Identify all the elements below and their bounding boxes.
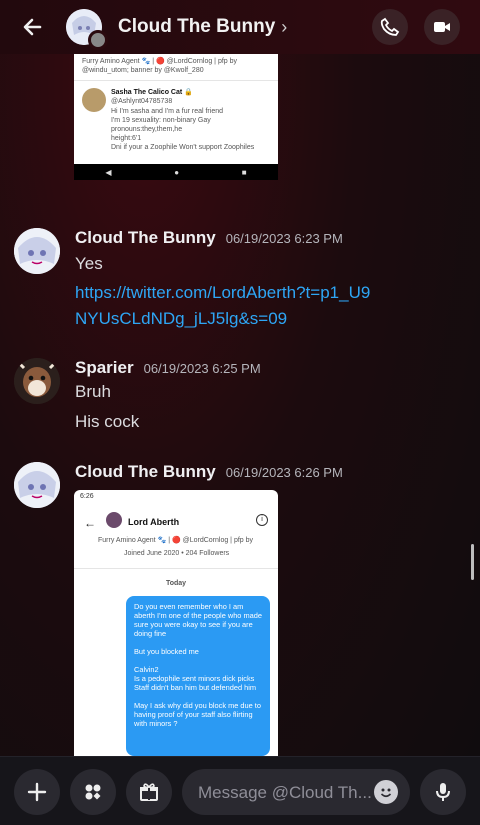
bio-text: I'm 19 sexuality: non-binary Gay <box>111 117 211 124</box>
timestamp: 06/19/2023 6:26 PM <box>225 465 343 480</box>
gift-icon[interactable] <box>126 769 172 815</box>
chevron-right-icon[interactable]: › <box>281 17 287 38</box>
nav-home-icon: ● <box>174 167 180 177</box>
message-text: Bruh <box>75 382 111 401</box>
day-label: Today <box>165 580 187 587</box>
chat-bubble: Do you even remember who I am aberth I'm… <box>126 596 270 756</box>
message-link[interactable]: https://twitter.com/LordAberth?t=p1_U9NY… <box>75 280 375 332</box>
joined-text: Joined June 2020 • 204 Followers <box>124 550 230 557</box>
message-feed[interactable]: Furry Amino Agent 🐾 | 🔴 @LordCornlog | p… <box>0 54 480 756</box>
bio-text: @windu_utom; banner by @Kwolf_280 <box>82 67 204 74</box>
bio-text: Furry Amino Agent 🐾 | 🔴 @LordCornlog | p… <box>98 537 254 544</box>
plus-icon[interactable] <box>14 769 60 815</box>
bio-text: Furry Amino Agent 🐾 | 🔴 @LordCornlog | p… <box>82 58 238 65</box>
bio-text: Dni if your a Zoophile Won't support Zoo… <box>111 144 255 151</box>
composer-bar: Message @Cloud Th... <box>0 756 480 825</box>
message-header: Cloud The Bunny 06/19/2023 6:26 PM <box>75 462 343 482</box>
arrow-left-icon[interactable] <box>18 12 48 42</box>
avatar[interactable] <box>14 358 60 404</box>
message-header: Sparier 06/19/2023 6:25 PM <box>75 358 261 378</box>
message-text: Yes <box>75 254 103 273</box>
message-placeholder: Message @Cloud Th... <box>198 783 372 802</box>
message-text: His cock <box>75 412 140 431</box>
profile-handle: @Ashlynt04785738 <box>111 98 173 105</box>
status-time: 6:26 <box>80 493 94 500</box>
message-input[interactable]: Message @Cloud Th... <box>182 769 410 815</box>
bio-text: height:6'1 <box>111 135 142 142</box>
emoji-icon[interactable] <box>374 780 398 804</box>
avatar <box>106 512 122 528</box>
video-icon[interactable] <box>424 9 460 45</box>
author-name[interactable]: Cloud The Bunny <box>75 228 216 248</box>
message-header: Cloud The Bunny 06/19/2023 6:23 PM <box>75 228 343 248</box>
timestamp: 06/19/2023 6:25 PM <box>143 361 261 376</box>
author-name[interactable]: Sparier <box>75 358 134 378</box>
status-indicator <box>88 30 108 50</box>
arrow-left-icon: ← <box>84 516 96 530</box>
nav-recent-icon: ■ <box>241 167 247 177</box>
phone-icon[interactable] <box>372 9 408 45</box>
nav-back-icon: ◀ <box>105 167 112 177</box>
avatar <box>82 88 106 112</box>
profile-name: Sasha The Calico Cat 🔒 <box>111 89 193 96</box>
bio-text: Hi I'm sasha and I'm a fur real friend <box>111 108 223 115</box>
avatar[interactable] <box>14 228 60 274</box>
info-icon: i <box>256 514 268 526</box>
author-name[interactable]: Cloud The Bunny <box>75 462 216 482</box>
timestamp: 06/19/2023 6:23 PM <box>225 231 343 246</box>
apps-icon[interactable] <box>70 769 116 815</box>
microphone-icon[interactable] <box>420 769 466 815</box>
chat-header: Cloud The Bunny › <box>0 0 480 54</box>
chat-title: Lord Aberth <box>128 517 180 527</box>
image-attachment[interactable]: 6:26 ← Lord Aberth i Furry Amino Agent 🐾… <box>74 490 278 756</box>
image-attachment[interactable]: Furry Amino Agent 🐾 | 🔴 @LordCornlog | p… <box>74 54 278 180</box>
scrollbar[interactable] <box>471 544 474 580</box>
page-title[interactable]: Cloud The Bunny <box>118 16 275 38</box>
bio-text: pronouns:they,them,he <box>111 126 183 133</box>
avatar[interactable] <box>14 462 60 508</box>
